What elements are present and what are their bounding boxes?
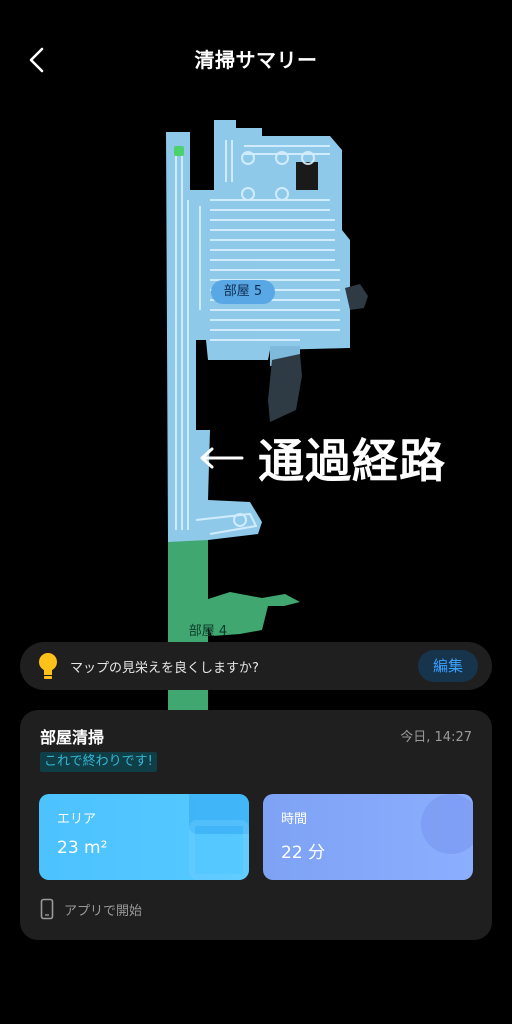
- room-5-label[interactable]: 部屋 5: [211, 280, 275, 304]
- phone-icon: [40, 898, 54, 920]
- area-decoration-frame: [189, 820, 249, 880]
- app-start-info: アプリで開始: [40, 898, 142, 920]
- lightbulb-icon: [36, 652, 60, 680]
- area-value: 23 m²: [57, 838, 108, 858]
- completion-badge: これで終わりです!: [40, 752, 157, 772]
- path-annotation: 通過経路: [198, 428, 446, 488]
- area-label: エリア: [57, 812, 97, 827]
- dock-marker: [174, 146, 184, 156]
- time-stat-card: 時間 22 分: [263, 794, 473, 880]
- summary-timestamp: 今日, 14:27: [400, 730, 472, 745]
- time-label: 時間: [281, 812, 308, 827]
- tip-text: マップの見栄えを良くしますか?: [70, 660, 259, 676]
- time-value: 22 分: [281, 843, 326, 863]
- room-4-label[interactable]: 部屋 4: [178, 620, 238, 644]
- summary-title: 部屋清掃: [40, 728, 105, 747]
- arrow-left-icon: [200, 447, 244, 469]
- area-stat-card: エリア 23 m²: [39, 794, 249, 880]
- header: 清掃サマリー: [0, 0, 512, 120]
- cleaning-summary-card: 部屋清掃 今日, 14:27 これで終わりです! エリア 23 m² 時間 22…: [20, 710, 492, 940]
- path-annotation-text: 通過経路: [258, 434, 446, 488]
- time-decoration: [421, 794, 473, 854]
- cleaning-map[interactable]: 部屋 5 部屋 4 通過経路: [0, 110, 512, 730]
- page-title: 清掃サマリー: [194, 48, 318, 72]
- edit-button[interactable]: 編集: [418, 650, 478, 682]
- app-start-text: アプリで開始: [64, 903, 143, 919]
- map-drawing: [166, 120, 368, 710]
- map-tip-bar: マップの見栄えを良くしますか? 編集: [20, 642, 492, 690]
